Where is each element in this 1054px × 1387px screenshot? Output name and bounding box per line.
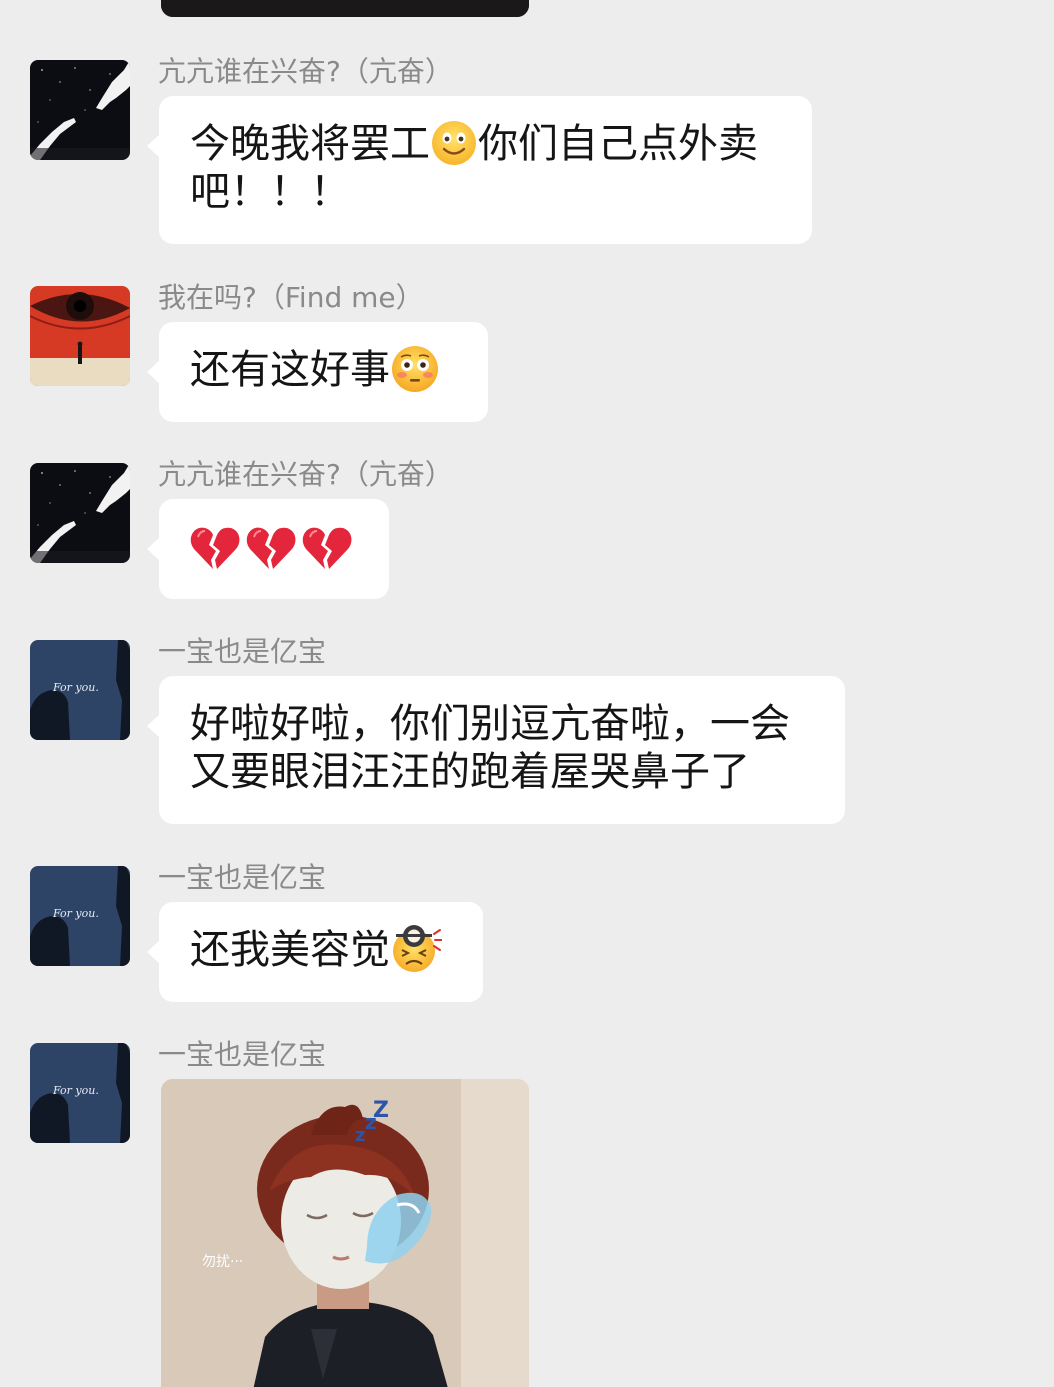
message-text: 又要眼泪汪汪的跑着屋哭鼻子了 [190, 749, 750, 795]
sender-name: 亢亢谁在兴奋?（亢奋） [158, 55, 453, 88]
message-bubble[interactable] [147, 499, 389, 599]
tired-face-emoji [390, 924, 442, 974]
sender-name: 我在吗?（Find me） [158, 281, 424, 314]
broken-heart-emoji [190, 525, 240, 571]
svg-text:Z: Z [373, 1098, 389, 1123]
message-text: 今晚我将罢工 [190, 121, 430, 167]
message-text: 好啦好啦，你们别逗亢奋啦，一会 [190, 701, 790, 747]
message-text: 还有这好事 [190, 347, 390, 393]
message-bubble[interactable]: 还有这好事 [147, 322, 488, 422]
sender-name: 亢亢谁在兴奋?（亢奋） [158, 458, 453, 491]
chat-message-list[interactable]: 亢亢谁在兴奋?（亢奋） 今晚我将罢工 你们自己点外卖 吧！！！ 我在吗?（Fin… [0, 0, 1054, 1387]
svg-text:z: z [355, 1125, 365, 1146]
for-you-avatar[interactable]: For you. [30, 640, 130, 740]
for-you-avatar[interactable]: For you. [30, 1043, 130, 1143]
message-bubble[interactable]: 好啦好啦，你们别逗亢奋啦，一会 又要眼泪汪汪的跑着屋哭鼻子了 [147, 676, 845, 824]
broken-heart-emoji [302, 525, 352, 571]
message-text: 吧！！！ [190, 169, 350, 215]
hands-reaching-avatar[interactable] [30, 463, 130, 563]
flushed-face-emoji [390, 344, 440, 394]
broken-heart-emoji [246, 525, 296, 571]
hands-reaching-avatar[interactable] [30, 60, 130, 160]
avatar-text: For you. [52, 907, 99, 920]
avatar-text: For you. [52, 681, 99, 694]
sender-name: 一宝也是亿宝 [158, 861, 327, 894]
message-text: 你们自己点外卖 [478, 121, 758, 167]
sender-name: 一宝也是亿宝 [158, 635, 327, 668]
message-bubble[interactable]: 今晚我将罢工 你们自己点外卖吧！！！ [147, 96, 812, 244]
smiling-face-emoji [430, 119, 478, 167]
message-bubble[interactable]: 还我美容觉 [147, 902, 483, 1002]
sleeping-face-mask-photo[interactable]: z z Z 勿扰··· [161, 1079, 529, 1387]
image-caption: 勿扰··· [202, 1254, 244, 1270]
avatar-text: For you. [52, 1084, 99, 1097]
red-eye-avatar[interactable] [30, 286, 130, 386]
message-text: 还我美容觉 [190, 927, 390, 973]
sender-name: 一宝也是亿宝 [158, 1038, 327, 1071]
previous-image-message[interactable] [161, 0, 529, 17]
for-you-avatar[interactable]: For you. [30, 866, 130, 966]
